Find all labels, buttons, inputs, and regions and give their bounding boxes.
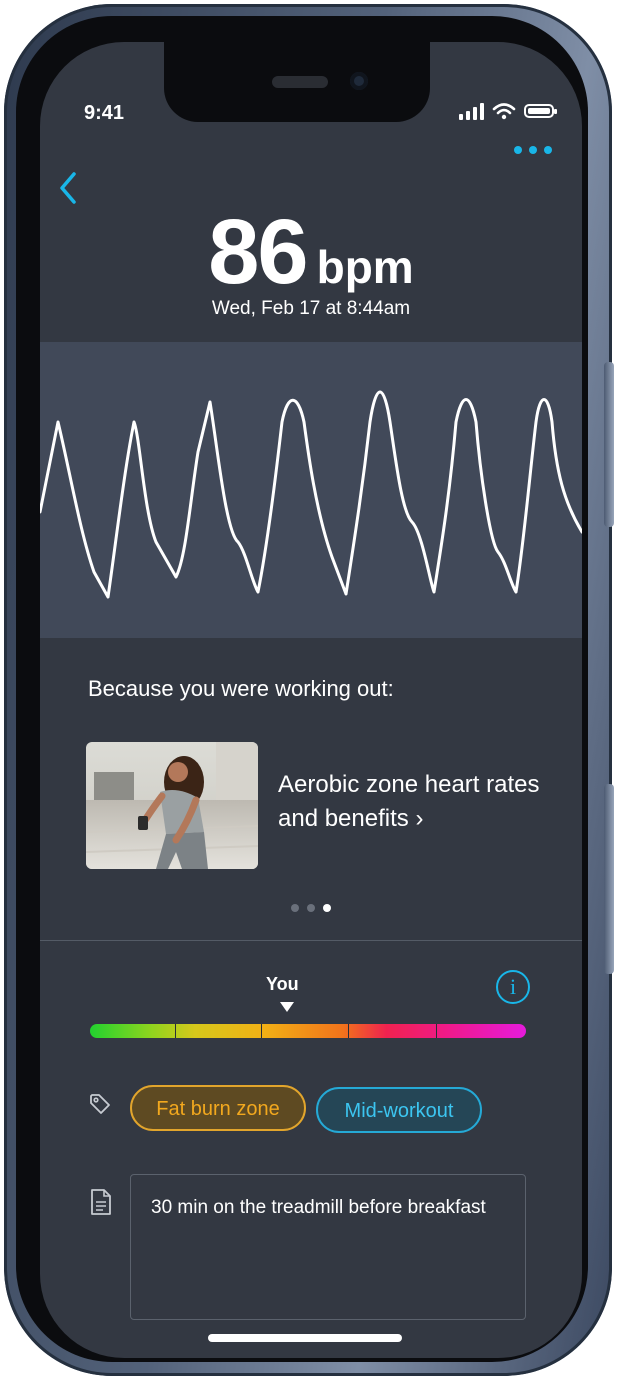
section-divider [40,940,582,941]
phone-bezel: 9:41 86 bpm Wed, Feb 17 at 8:44am Becaus… [16,16,588,1362]
home-indicator[interactable] [208,1334,402,1342]
pager-dot[interactable] [291,904,299,912]
note-text: 30 min on the treadmill before breakfast [151,1197,486,1218]
camera [350,72,368,90]
tag-icon [90,1094,110,1114]
phone-frame: 9:41 86 bpm Wed, Feb 17 at 8:44am Becaus… [4,4,614,1376]
wifi-icon [492,103,516,120]
tag-chip-fat-burn-zone[interactable]: Fat burn zone [130,1085,306,1131]
bpm-unit: bpm [316,241,414,293]
zone-marker-label: You [266,974,299,994]
more-dots-icon[interactable] [514,146,552,154]
carousel-pager [40,904,582,912]
status-time: 9:41 [84,102,125,124]
article-thumbnail[interactable] [86,742,258,869]
heart-rate-zone-bar [90,1024,526,1038]
note-field[interactable]: 30 min on the treadmill before breakfast [130,1174,526,1320]
info-icon[interactable]: i [496,970,530,1004]
side-button [604,362,614,527]
pager-dot-active[interactable] [323,904,331,912]
side-button [604,784,614,974]
status-icons [459,98,557,120]
bpm-value: 86 [208,201,308,303]
speaker [272,76,328,88]
zone-marker-icon [280,1002,294,1012]
tag-chip-mid-workout[interactable]: Mid-workout [316,1087,482,1133]
recommendation-heading: Because you were working out: [88,676,394,701]
pager-dot[interactable] [307,904,315,912]
signal-icon [459,102,484,120]
battery-icon [524,104,557,118]
screen: 9:41 86 bpm Wed, Feb 17 at 8:44am Becaus… [40,42,582,1358]
heart-rate-graph [40,342,582,638]
note-icon [91,1189,111,1215]
notch [164,42,430,122]
heart-rate-reading: 86 bpm [40,200,582,305]
reading-timestamp: Wed, Feb 17 at 8:44am [211,298,411,319]
article-link[interactable]: Aerobic zone heart rates and benefits › [278,768,558,836]
heart-rate-line [40,390,582,599]
